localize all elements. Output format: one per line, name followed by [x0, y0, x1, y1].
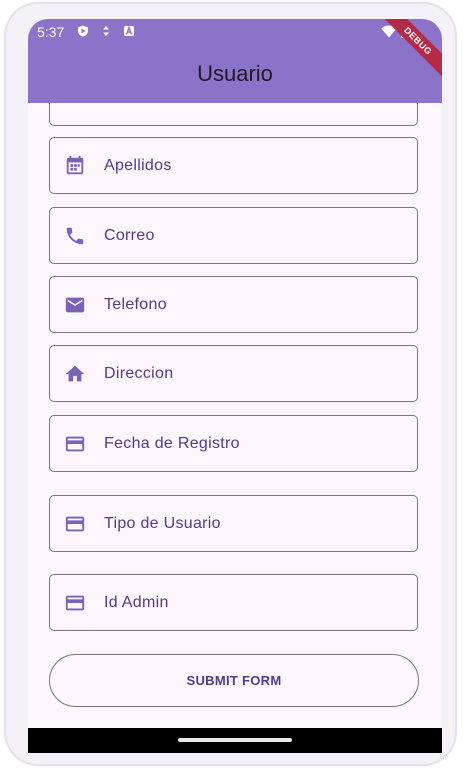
fecha-registro-field[interactable]: Fecha de Registro — [49, 415, 418, 472]
home-icon — [65, 365, 85, 382]
mail-icon — [65, 297, 85, 313]
submit-form-button[interactable]: SUBMIT FORM — [49, 654, 419, 707]
data-icon — [103, 26, 109, 36]
apellidos-field[interactable]: Apellidos — [49, 137, 418, 194]
play-protect-icon — [78, 25, 88, 37]
tipo-usuario-field[interactable]: Tipo de Usuario — [49, 495, 418, 552]
id-admin-label: Id Admin — [104, 594, 169, 611]
direccion-label: Direccion — [104, 365, 174, 382]
direccion-field[interactable]: Direccion — [49, 345, 418, 402]
device-frame: 5:37 Usuario DEBUG Apellidos Correo Tele… — [4, 2, 457, 766]
telefono-label: Telefono — [104, 296, 167, 313]
previous-field-partial[interactable] — [49, 103, 418, 126]
credit-card-icon — [65, 436, 85, 452]
status-bar: 5:37 — [28, 19, 442, 45]
app-bar: 5:37 Usuario DEBUG — [28, 19, 442, 103]
correo-field[interactable]: Correo — [49, 207, 418, 264]
apellidos-label: Apellidos — [104, 157, 172, 174]
fecha-registro-label: Fecha de Registro — [104, 435, 240, 452]
credit-card-icon — [65, 595, 85, 611]
home-gesture-handle[interactable] — [178, 738, 292, 742]
navigation-bar — [28, 728, 442, 753]
screen: 5:37 Usuario DEBUG Apellidos Correo Tele… — [28, 19, 442, 753]
status-time: 5:37 — [37, 24, 65, 40]
page-title: Usuario — [197, 61, 273, 86]
tipo-usuario-label: Tipo de Usuario — [104, 515, 221, 532]
a-icon — [124, 25, 134, 36]
id-admin-field[interactable]: Id Admin — [49, 574, 418, 631]
phone-icon — [66, 227, 84, 245]
correo-label: Correo — [104, 227, 155, 244]
calendar-icon — [66, 155, 84, 175]
telefono-field[interactable]: Telefono — [49, 276, 418, 333]
credit-card-icon — [65, 516, 85, 532]
